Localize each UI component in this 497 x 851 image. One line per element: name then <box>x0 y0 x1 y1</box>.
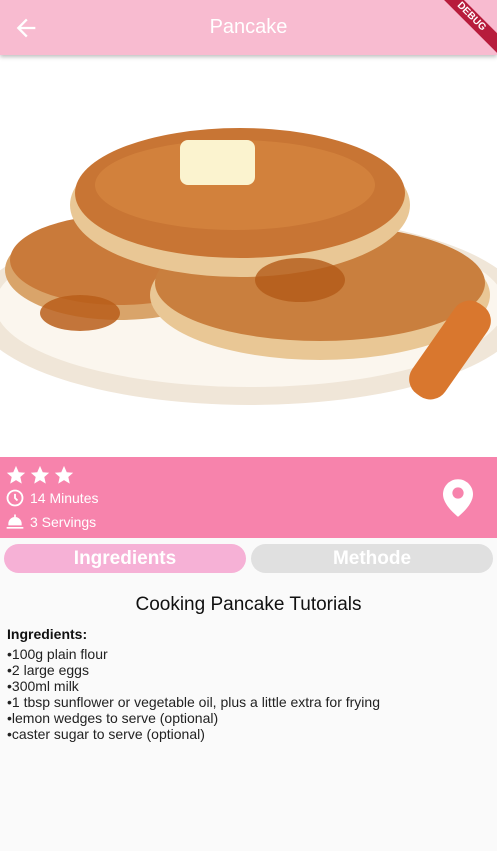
pancake-image <box>0 55 497 457</box>
app-bar: Pancake <box>0 0 497 55</box>
tab-methode[interactable]: Methode <box>251 544 493 573</box>
list-item: •1 tbsp sunflower or vegetable oil, plus… <box>7 694 380 710</box>
star-icon <box>30 465 50 484</box>
servings: 3 Servings <box>5 512 96 532</box>
tab-bar: Ingredients Methode <box>0 538 497 578</box>
servings-text: 3 Servings <box>30 514 97 530</box>
star-icon <box>6 465 26 484</box>
location-pin-icon[interactable] <box>443 479 473 517</box>
rating-stars <box>5 464 75 486</box>
content-title: Cooking Pancake Tutorials <box>135 594 362 615</box>
ingredients-list: •100g plain flour •2 large eggs •300ml m… <box>7 646 380 742</box>
list-item: •300ml milk <box>7 678 79 694</box>
cook-time: 14 Minutes <box>5 488 98 508</box>
list-item: •lemon wedges to serve (optional) <box>7 710 219 726</box>
clock-icon <box>6 489 24 507</box>
recipe-info-bar: 14 Minutes 3 Servings <box>0 457 497 538</box>
list-item: •100g plain flour <box>7 646 108 662</box>
list-item: •caster sugar to serve (optional) <box>7 726 205 742</box>
star-icon <box>54 465 74 484</box>
ingredients-label: Ingredients: <box>7 626 88 642</box>
list-item: •2 large eggs <box>7 662 89 678</box>
room-service-icon <box>6 514 24 529</box>
tab-ingredients[interactable]: Ingredients <box>4 544 246 573</box>
debug-banner: DEBUG <box>437 0 497 60</box>
cook-time-text: 14 Minutes <box>30 490 99 506</box>
debug-label: DEBUG <box>437 0 497 58</box>
page-title: Pancake <box>209 16 288 38</box>
